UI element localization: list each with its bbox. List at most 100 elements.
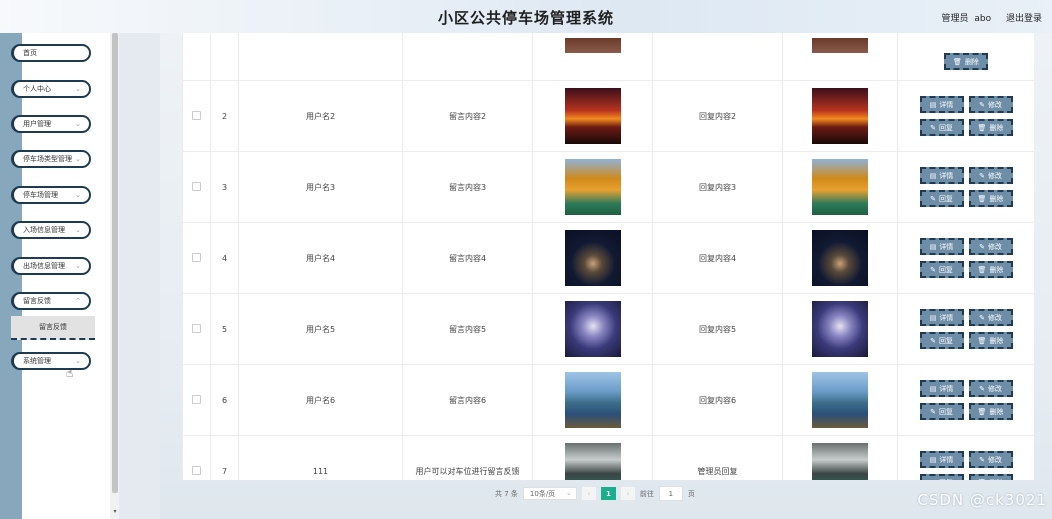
sidebar-item-exit-info[interactable]: 出场信息管理 ⌄ bbox=[11, 257, 91, 275]
delete-button[interactable]: 🗑删除 bbox=[968, 119, 1013, 136]
page-number-current[interactable]: 1 bbox=[600, 487, 616, 500]
trash-icon: 🗑 bbox=[977, 194, 987, 203]
trash-icon: 🗑 bbox=[977, 265, 987, 274]
goto-suffix: 页 bbox=[687, 489, 695, 498]
prev-page-button[interactable]: ‹ bbox=[581, 487, 596, 500]
reply-button[interactable]: ✎回复 bbox=[919, 332, 964, 349]
reply-button[interactable]: ✎回复 bbox=[919, 190, 964, 207]
table-row: 4 用户名4 留言内容4 回复内容4 ▤ 详情 ✎ 修改 ✎ 回复 🗑 删除 bbox=[182, 222, 1034, 294]
detail-button[interactable]: ▤ 详情 bbox=[919, 167, 964, 184]
row-reply: 回复内容6 bbox=[652, 364, 783, 436]
sidebar-item-label: 系统管理 bbox=[23, 357, 51, 365]
edit-label: 修改 bbox=[987, 313, 1002, 322]
chevron-down-icon: ⌄ bbox=[566, 489, 572, 497]
detail-label: 详情 bbox=[939, 455, 954, 464]
row-checkbox[interactable] bbox=[192, 181, 201, 191]
sidebar-item-label: 用户管理 bbox=[23, 120, 51, 128]
username: abo bbox=[974, 14, 992, 24]
detail-icon: ▤ bbox=[929, 455, 937, 464]
chevron-left-icon: ‹ bbox=[587, 489, 591, 498]
edit-button[interactable]: ✎ 修改 bbox=[968, 238, 1013, 255]
detail-icon: ▤ bbox=[929, 242, 937, 251]
detail-icon: ▤ bbox=[929, 313, 937, 322]
edit-button[interactable]: ✎ 修改 bbox=[968, 96, 1013, 113]
logout-link[interactable]: 退出登录 bbox=[1006, 14, 1042, 24]
reply-label: 回复 bbox=[938, 194, 953, 203]
sidebar-item-home[interactable]: 首页 bbox=[11, 44, 91, 62]
row-reply: 回复内容3 bbox=[652, 151, 783, 223]
delete-label: 删除 bbox=[989, 407, 1004, 416]
sidebar-item-feedback[interactable]: 留言反馈 ⌃ bbox=[11, 292, 91, 310]
delete-button[interactable]: 🗑删除 bbox=[944, 53, 988, 70]
sidebar-item-label: 停车场类型管理 bbox=[23, 155, 72, 163]
row-checkbox[interactable] bbox=[192, 394, 201, 404]
edit-button[interactable]: ✎ 修改 bbox=[968, 167, 1013, 184]
pencil-icon: ✎ bbox=[979, 313, 985, 322]
delete-label: 删除 bbox=[989, 265, 1004, 274]
sidebar-item-label: 停车场管理 bbox=[23, 191, 58, 199]
row-index: 2 bbox=[210, 80, 239, 152]
chevron-down-icon: ⌄ bbox=[75, 262, 81, 270]
sidebar-item-profile[interactable]: 个人中心 ⌄ bbox=[11, 80, 91, 98]
row-checkbox[interactable] bbox=[192, 252, 201, 262]
row-username: 用户名5 bbox=[238, 293, 403, 365]
submenu-item-feedback[interactable]: 留言反馈 bbox=[11, 316, 95, 340]
sidebar-item-system[interactable]: 系统管理 ⌄ bbox=[11, 352, 91, 370]
sidebar-item-users[interactable]: 用户管理 ⌄ bbox=[11, 115, 91, 133]
scroll-down-icon[interactable]: ▾ bbox=[111, 508, 119, 518]
edit-label: 修改 bbox=[987, 455, 1002, 464]
sidebar-item-entry-info[interactable]: 入场信息管理 ⌄ bbox=[11, 221, 91, 239]
reply-button[interactable]: ✎回复 bbox=[919, 261, 964, 278]
delete-button[interactable]: 🗑删除 bbox=[968, 332, 1013, 349]
row-reply: 回复内容4 bbox=[652, 222, 783, 294]
user-role: 管理员 bbox=[941, 14, 969, 24]
reply-button[interactable]: ✎回复 bbox=[919, 474, 964, 481]
night-image bbox=[564, 230, 621, 286]
trash-icon: 🗑 bbox=[977, 123, 987, 132]
sidebar-item-parking-lots[interactable]: 停车场管理 ⌄ bbox=[11, 186, 91, 204]
reply-button[interactable]: ✎回复 bbox=[919, 119, 964, 136]
edit-button[interactable]: ✎ 修改 bbox=[968, 309, 1013, 326]
table-row: 2 用户名2 留言内容2 回复内容2 ▤ 详情 ✎ 修改 ✎ 回复 🗑 删除 bbox=[182, 80, 1034, 152]
reply-image bbox=[812, 37, 868, 53]
reply-button[interactable]: ✎回复 bbox=[919, 403, 964, 420]
chevron-down-icon: ⌄ bbox=[75, 191, 81, 199]
delete-label: 删除 bbox=[989, 336, 1004, 345]
scrollbar-thumb[interactable] bbox=[112, 33, 118, 493]
page-size-select[interactable]: 10条/页 ⌄ bbox=[522, 487, 577, 500]
row-username: 用户名6 bbox=[238, 364, 403, 436]
detail-button[interactable]: ▤ 详情 bbox=[919, 238, 964, 255]
reply-pencil-icon: ✎ bbox=[930, 479, 936, 481]
delete-button[interactable]: 🗑删除 bbox=[968, 261, 1013, 278]
detail-button[interactable]: ▤ 详情 bbox=[919, 96, 964, 113]
reply-pencil-icon: ✎ bbox=[930, 194, 936, 203]
detail-button[interactable]: ▤ 详情 bbox=[919, 451, 964, 468]
trash-icon: 🗑 bbox=[977, 336, 987, 345]
trash-icon: 🗑 bbox=[953, 57, 962, 66]
row-checkbox[interactable] bbox=[192, 110, 201, 120]
trash-icon: 🗑 bbox=[977, 407, 987, 416]
hand-cursor-icon: ☝ bbox=[66, 366, 74, 380]
detail-button[interactable]: ▤ 详情 bbox=[919, 309, 964, 326]
row-reply: 管理员回复 bbox=[652, 435, 783, 480]
chevron-down-icon: ⌄ bbox=[75, 155, 81, 163]
next-page-button[interactable]: › bbox=[620, 487, 635, 500]
delete-button[interactable]: 🗑删除 bbox=[968, 190, 1013, 207]
edit-label: 修改 bbox=[987, 171, 1002, 180]
row-message: 留言内容4 bbox=[402, 222, 533, 294]
reply-label: 回复 bbox=[938, 336, 953, 345]
detail-label: 详情 bbox=[939, 384, 954, 393]
row-checkbox[interactable] bbox=[192, 465, 201, 475]
row-reply: 回复内容5 bbox=[652, 293, 783, 365]
detail-button[interactable]: ▤ 详情 bbox=[919, 380, 964, 397]
page-size-value: 10条/页 bbox=[529, 489, 556, 498]
delete-button[interactable]: 🗑删除 bbox=[968, 474, 1013, 480]
detail-icon: ▤ bbox=[929, 171, 937, 180]
edit-button[interactable]: ✎ 修改 bbox=[968, 451, 1013, 468]
row-checkbox[interactable] bbox=[192, 323, 201, 333]
goto-page-input[interactable]: 1 bbox=[658, 486, 683, 501]
edit-button[interactable]: ✎ 修改 bbox=[968, 380, 1013, 397]
sidebar-item-parking-types[interactable]: 停车场类型管理 ⌄ bbox=[11, 150, 91, 168]
delete-button[interactable]: 🗑删除 bbox=[968, 403, 1013, 420]
autumn-image bbox=[564, 159, 621, 215]
